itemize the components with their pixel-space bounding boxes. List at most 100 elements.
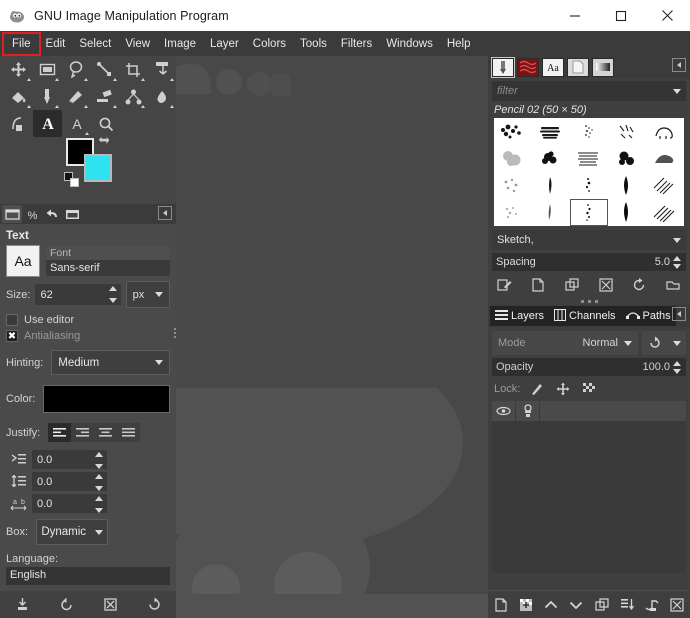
brush-filter-input[interactable]: filter [492, 81, 686, 101]
paths-tool[interactable] [90, 56, 119, 83]
paintbrush-tool[interactable] [33, 83, 62, 110]
size-unit-select[interactable]: px [126, 281, 170, 308]
maximize-button[interactable] [598, 0, 644, 31]
zoom-tool[interactable] [91, 110, 120, 137]
lock-position-button[interactable] [554, 381, 572, 397]
indent-stepper[interactable] [95, 452, 104, 469]
hinting-select[interactable]: Medium [51, 350, 170, 375]
edit-brush-button[interactable] [494, 276, 516, 294]
dock-menu-icon[interactable] [672, 58, 686, 72]
color-picker-tool[interactable]: A [62, 110, 91, 137]
refresh-brushes-button[interactable] [628, 276, 650, 294]
brush-cell[interactable] [532, 172, 570, 199]
antialiasing-checkbox[interactable]: ✖ [6, 330, 18, 342]
use-editor-row[interactable]: Use editor [6, 314, 170, 326]
menu-image[interactable]: Image [157, 34, 203, 54]
brushes-tab[interactable] [492, 58, 514, 77]
image-canvas[interactable] [176, 56, 488, 618]
text-tool[interactable]: A [33, 110, 62, 137]
brush-cell[interactable] [532, 199, 570, 226]
visibility-column-header[interactable] [492, 401, 516, 421]
opacity-stepper[interactable] [673, 361, 682, 374]
background-color-swatch[interactable] [84, 154, 112, 182]
images-tab[interactable] [62, 205, 82, 223]
smudge-tool[interactable] [90, 83, 119, 110]
indent-field[interactable]: 0.0 [32, 450, 107, 469]
menu-help[interactable]: Help [440, 34, 478, 54]
brush-preset-select[interactable]: Sketch, [492, 230, 686, 250]
font-preview-button[interactable]: Aa [6, 245, 40, 277]
size-input[interactable]: 62 [35, 284, 121, 305]
blur-tool[interactable] [147, 83, 176, 110]
panel-splitter-handle[interactable] [173, 326, 177, 348]
spacing-stepper[interactable] [673, 256, 682, 269]
text-color-swatch[interactable] [43, 385, 170, 413]
move-tool[interactable] [4, 56, 33, 83]
crop-tool[interactable] [119, 56, 148, 83]
menu-colors[interactable]: Colors [246, 34, 293, 54]
clone-tool[interactable] [119, 83, 148, 110]
brush-cell[interactable] [532, 118, 570, 145]
measure-tool[interactable] [4, 110, 33, 137]
brush-cell-selected[interactable] [570, 199, 608, 226]
patterns-tab[interactable] [517, 58, 539, 77]
brush-cell[interactable] [570, 172, 608, 199]
reset-tool-options-button[interactable] [141, 595, 167, 615]
delete-tool-preset-button[interactable] [97, 595, 123, 615]
menu-edit[interactable]: Edit [39, 34, 73, 54]
line-spacing-stepper[interactable] [95, 474, 104, 491]
line-spacing-field[interactable]: 0.0 [32, 472, 107, 491]
eraser-tool[interactable] [61, 83, 90, 110]
brush-cell[interactable] [494, 172, 532, 199]
menu-layer[interactable]: Layer [203, 34, 246, 54]
brush-cell[interactable] [608, 199, 646, 226]
menu-view[interactable]: View [118, 34, 157, 54]
justify-center-button[interactable] [94, 423, 117, 442]
save-tool-preset-button[interactable] [9, 595, 35, 615]
device-status-tab[interactable]: % [22, 205, 42, 223]
dock-menu-icon[interactable] [672, 307, 686, 321]
revert-mode-button[interactable] [642, 331, 686, 355]
dock-splitter-handle[interactable] [488, 297, 690, 305]
open-brush-as-image-button[interactable] [662, 276, 684, 294]
brush-cell[interactable] [570, 118, 608, 145]
antialiasing-row[interactable]: ✖ Antialiasing [6, 330, 170, 342]
transform-tool[interactable] [147, 56, 176, 83]
new-brush-button[interactable] [527, 276, 549, 294]
brush-cell[interactable] [494, 199, 532, 226]
delete-layer-button[interactable] [667, 595, 687, 615]
new-layer-group-button[interactable] [516, 595, 536, 615]
delete-brush-button[interactable] [595, 276, 617, 294]
box-select[interactable]: Dynamic [36, 519, 108, 545]
new-layer-button[interactable] [491, 595, 511, 615]
lower-layer-button[interactable] [566, 595, 586, 615]
restore-tool-preset-button[interactable] [53, 595, 79, 615]
default-colors-icon[interactable] [64, 172, 80, 188]
tab-channels[interactable]: Channels [549, 306, 620, 326]
brush-cell[interactable] [608, 118, 646, 145]
brush-grid-scrollbar[interactable] [677, 118, 685, 226]
menu-tools[interactable]: Tools [293, 34, 334, 54]
brush-grid[interactable] [494, 118, 684, 226]
anchor-layer-button[interactable] [642, 595, 662, 615]
justify-left-button[interactable] [48, 423, 71, 442]
brush-cell[interactable] [608, 172, 646, 199]
menu-file[interactable]: File [4, 34, 39, 54]
brush-cell[interactable] [494, 118, 532, 145]
rectangle-select-tool[interactable] [33, 56, 62, 83]
duplicate-layer-button[interactable] [592, 595, 612, 615]
menu-windows[interactable]: Windows [379, 34, 440, 54]
menu-filters[interactable]: Filters [334, 34, 379, 54]
close-button[interactable] [644, 0, 690, 31]
spacing-slider[interactable]: Spacing 5.0 [492, 253, 686, 271]
gradients-tab[interactable] [592, 58, 614, 77]
dock-menu-icon[interactable] [158, 206, 172, 220]
brush-cell[interactable] [570, 145, 608, 172]
language-input[interactable]: English [6, 567, 170, 585]
free-select-tool[interactable] [61, 56, 90, 83]
layer-list[interactable] [492, 421, 686, 573]
fonts-tab[interactable]: Aa [542, 58, 564, 77]
bucket-fill-tool[interactable] [4, 83, 33, 110]
letter-spacing-stepper[interactable] [95, 496, 104, 513]
minimize-button[interactable] [552, 0, 598, 31]
